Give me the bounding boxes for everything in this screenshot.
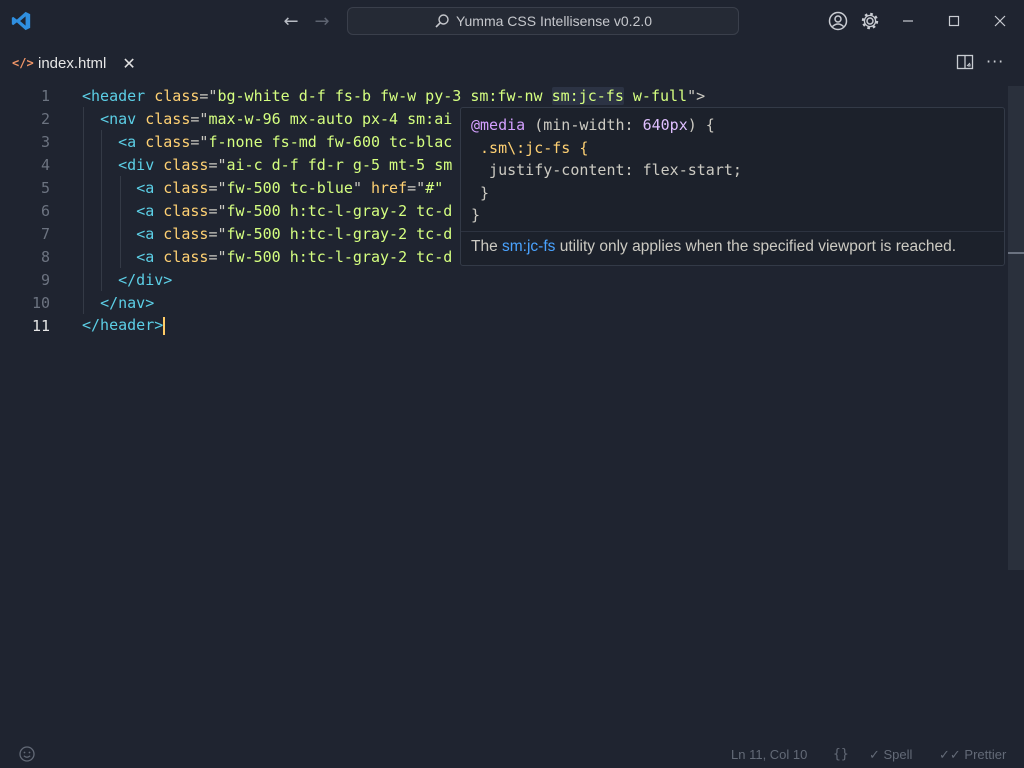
code-text: <a class="fw-500 h:tc-l-gray-2 tc-d xyxy=(136,201,453,220)
scrollbar-thumb[interactable] xyxy=(1008,86,1024,570)
code-text: <a class="fw-500 tc-blue" href="#" xyxy=(136,178,444,197)
command-center-search[interactable]: Yumma CSS Intellisense v0.2.0 xyxy=(347,7,739,35)
text-cursor xyxy=(163,316,166,335)
line-number: 8 xyxy=(40,247,50,266)
maximize-icon[interactable] xyxy=(943,10,965,32)
line-number: 2 xyxy=(40,109,50,128)
hover-tooltip: @media (min-width: 640px) { .sm\:jc-fs {… xyxy=(460,107,1005,266)
arrow-left-icon[interactable]: ← xyxy=(280,10,302,32)
arrow-right-icon[interactable]: → xyxy=(311,10,333,32)
code-text: </div> xyxy=(118,270,173,289)
line-number: 9 xyxy=(40,270,50,289)
search-text: Yumma CSS Intellisense v0.2.0 xyxy=(455,13,653,29)
cursor-position[interactable]: Ln 11, Col 10 xyxy=(731,747,807,762)
tab-close-icon[interactable]: ✕ xyxy=(122,54,135,73)
tab-bar: </> index.html ✕ xyxy=(0,42,1024,84)
line-number: 7 xyxy=(40,224,50,243)
line-number: 1 xyxy=(40,86,50,105)
line-number: 4 xyxy=(40,155,50,174)
code-line: 9 </div> xyxy=(0,268,1008,291)
code-text: <a class="fw-500 h:tc-l-gray-2 tc-d xyxy=(136,247,453,266)
status-bar: Ln 11, Col 10 {} ✓ Spell ✓✓ Prettier xyxy=(0,740,1024,768)
code-text: <nav class="max-w-96 mx-auto px-4 sm:ai xyxy=(100,109,453,128)
html-file-icon: </> xyxy=(12,56,34,70)
code-text: <header class="bg-white d-f fs-b fw-w py… xyxy=(82,86,706,105)
prettier-status[interactable]: ✓✓ Prettier xyxy=(939,747,1006,763)
language-mode-icon[interactable]: {} xyxy=(833,747,849,762)
line-number: 10 xyxy=(31,293,50,312)
code-text: </header> xyxy=(82,316,166,335)
line-number: 6 xyxy=(40,201,50,220)
account-icon[interactable] xyxy=(827,10,849,32)
gear-icon[interactable] xyxy=(859,10,881,32)
line-number: 3 xyxy=(40,132,50,151)
code-text: </nav> xyxy=(100,293,155,312)
split-editor-icon[interactable] xyxy=(956,53,974,71)
code-line: 1 <header class="bg-white d-f fs-b fw-w … xyxy=(0,84,1008,107)
search-icon xyxy=(435,14,449,28)
title-bar: ← → Yumma CSS Intellisense v0.2.0 xyxy=(0,0,1024,42)
line-number: 5 xyxy=(40,178,50,197)
hover-description: The sm:jc-fs utility only applies when t… xyxy=(471,238,957,255)
highlighted-class: sm:jc-fs xyxy=(551,86,624,105)
code-line: 10 </nav> xyxy=(0,291,1008,314)
hover-utility-link[interactable]: sm:jc-fs xyxy=(502,238,555,255)
close-icon[interactable] xyxy=(989,10,1011,32)
tab-index-html[interactable]: </> index.html ✕ xyxy=(0,42,150,84)
vscode-logo-icon[interactable] xyxy=(10,10,32,32)
code-text: <a class="fw-500 h:tc-l-gray-2 tc-d xyxy=(136,224,453,243)
hover-divider xyxy=(461,231,1004,232)
code-text: <div class="ai-c d-f fd-r g-5 mt-5 sm xyxy=(118,155,453,174)
code-line-active: 11 </header> xyxy=(0,314,1008,337)
hover-code: @media (min-width: 640px) { .sm\:jc-fs {… xyxy=(471,116,742,224)
code-text: <a class="f-none fs-md fw-600 tc-blac xyxy=(118,132,453,151)
line-number: 11 xyxy=(31,316,50,335)
feedback-icon[interactable] xyxy=(18,745,36,763)
tab-label: index.html xyxy=(38,54,107,72)
scrollbar-cursor-marker xyxy=(1008,252,1024,254)
minimize-icon[interactable] xyxy=(897,10,919,32)
more-actions-icon[interactable]: ··· xyxy=(986,52,1004,71)
spell-check-status[interactable]: ✓ Spell xyxy=(869,747,912,763)
